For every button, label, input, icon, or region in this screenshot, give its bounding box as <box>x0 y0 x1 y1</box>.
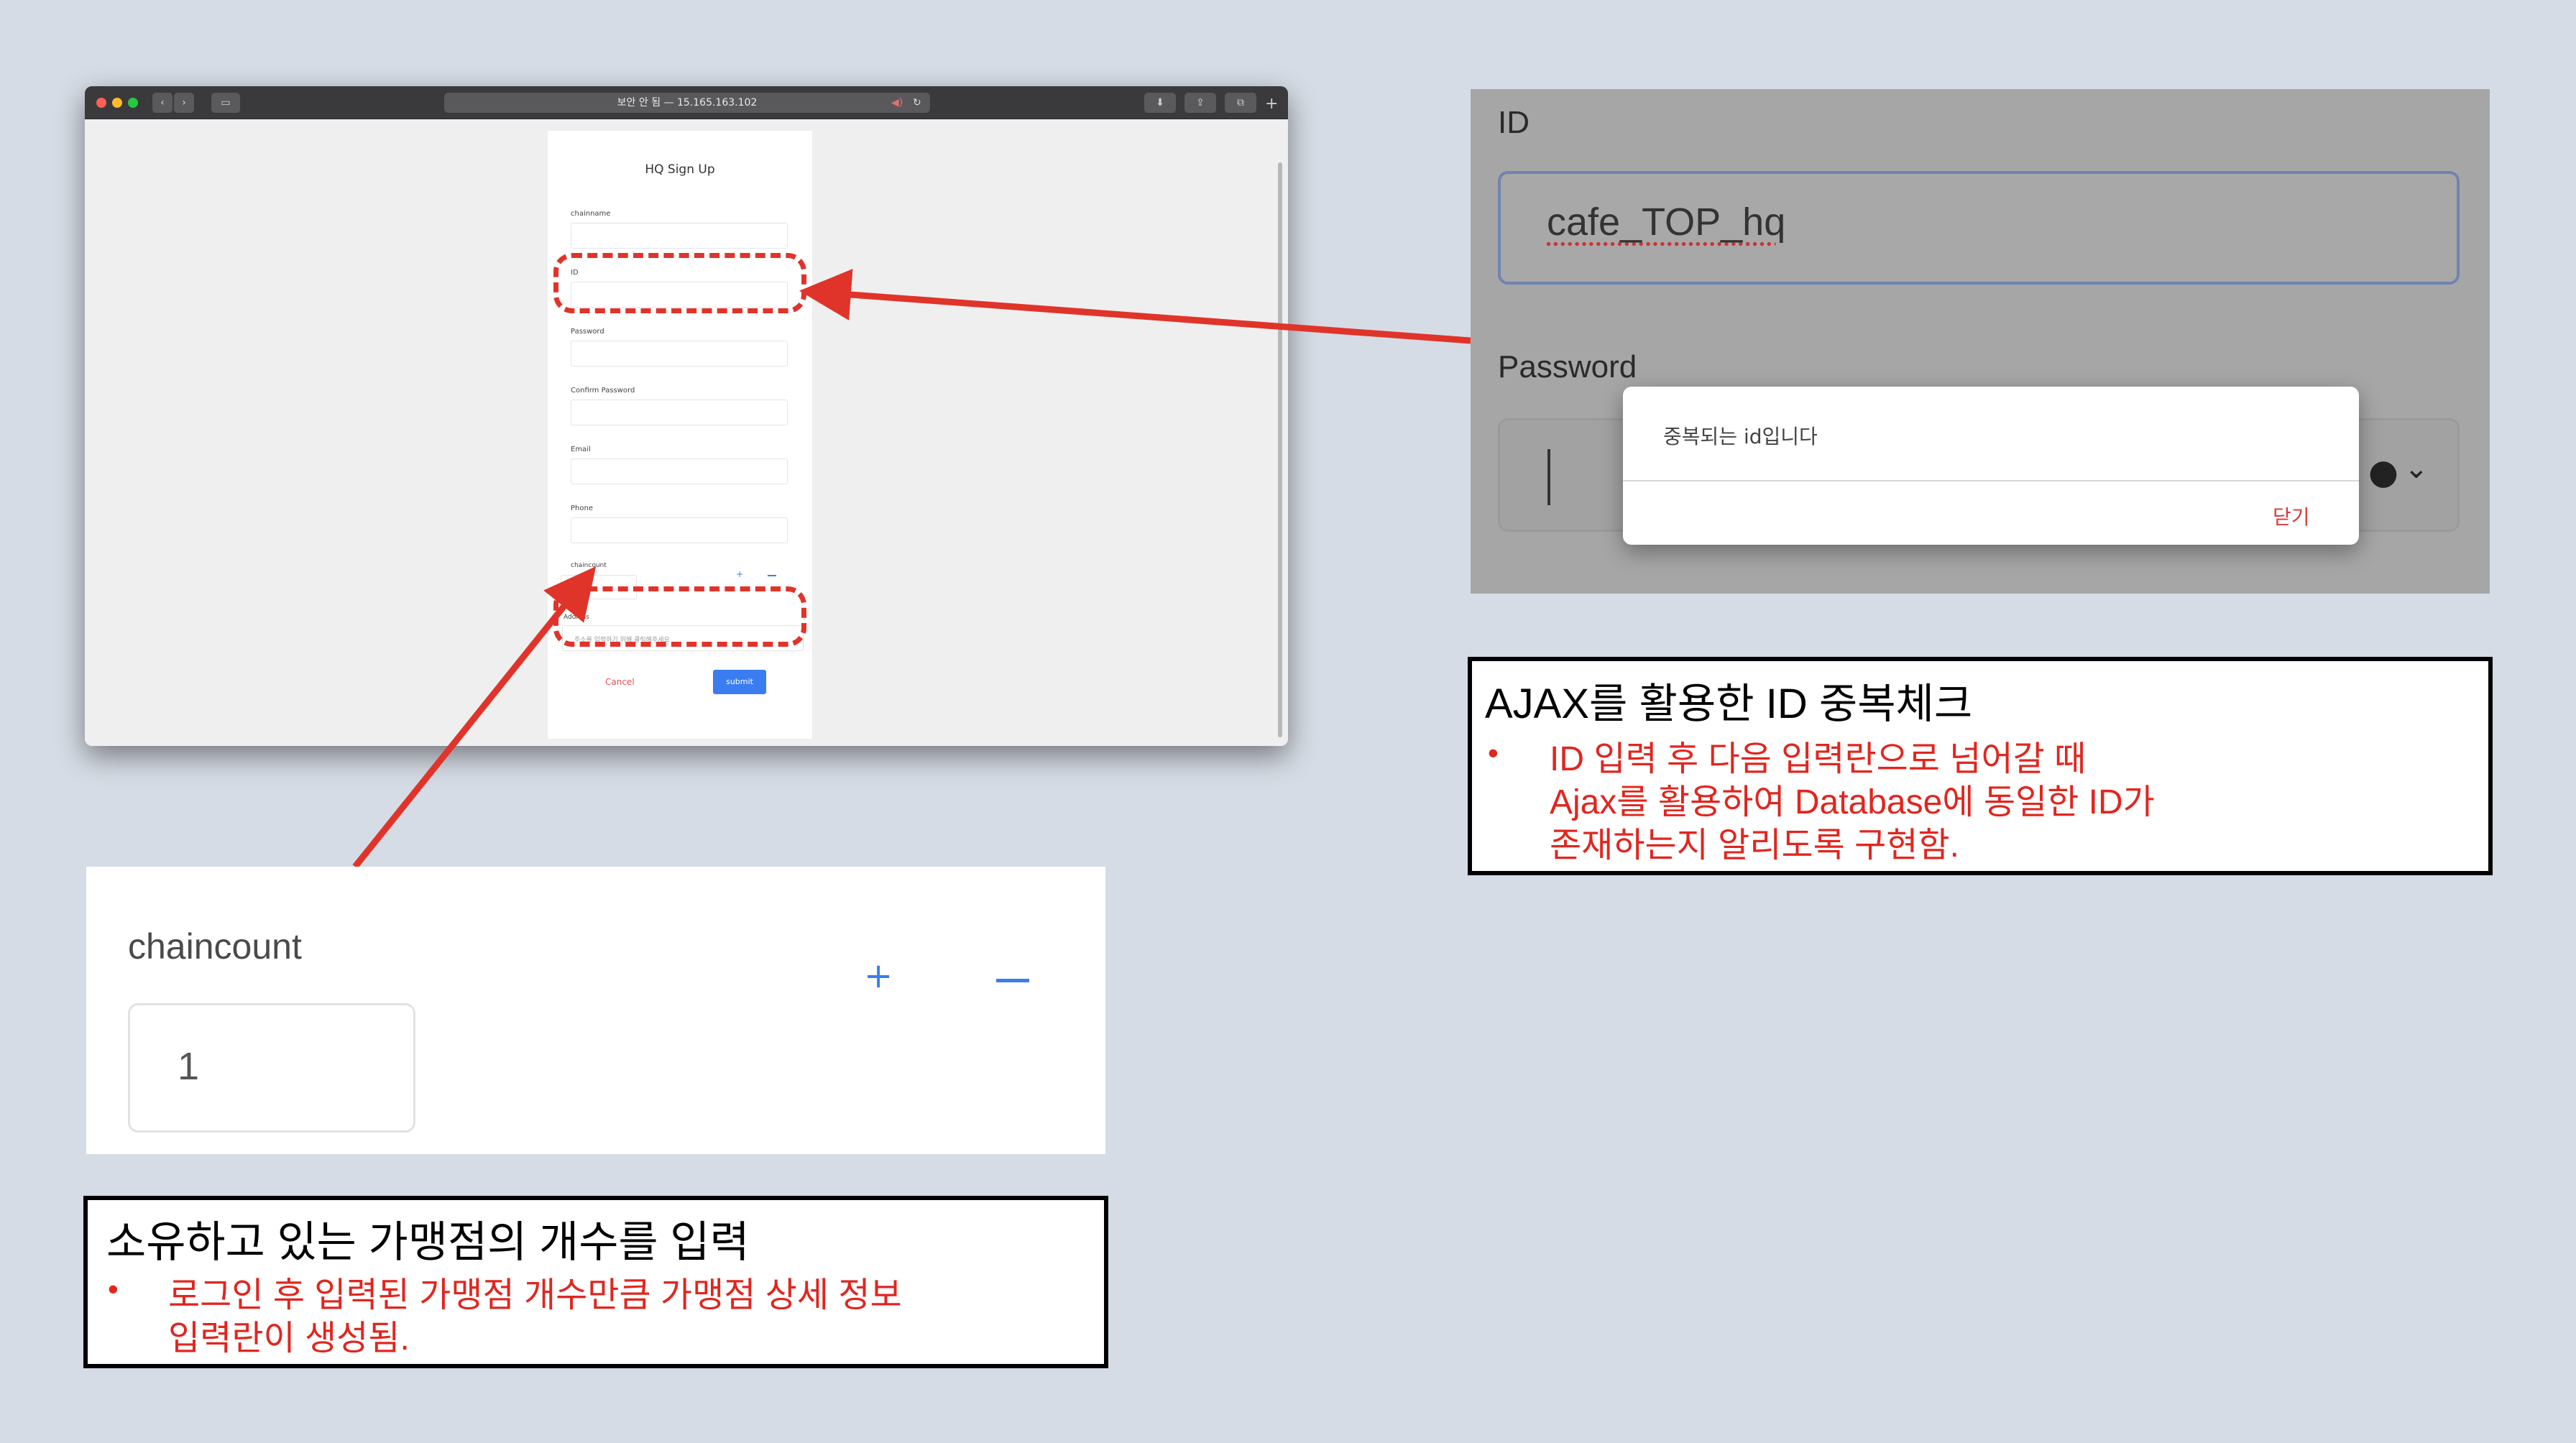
chaincount-caption-line-2: 입력란이 생성됨. <box>168 1319 410 1357</box>
id-field-label: ID <box>1498 105 1530 140</box>
chaincount-caption-box: 소유하고 있는 가맹점의 개수를 입력 • 로그인 후 입력된 가맹점 개수만큼… <box>83 1196 1108 1368</box>
chaincount-panel-input[interactable]: 1 <box>128 1003 415 1133</box>
alert-message: 중복되는 id입니다 <box>1663 425 1818 448</box>
duplicate-id-alert: 중복되는 id입니다 닫기 <box>1623 387 2359 545</box>
id-arrow <box>799 269 1471 344</box>
bullet-icon: • <box>108 1272 119 1306</box>
id-field-value: cafe_TOP_hq <box>1547 200 1786 244</box>
chaincount-arrow <box>352 566 597 869</box>
alert-close-button[interactable]: 닫기 <box>2273 502 2310 530</box>
chaincount-panel-label: chaincount <box>128 926 302 967</box>
minus-icon[interactable] <box>996 979 1029 982</box>
chaincount-caption-title: 소유하고 있는 가맹점의 개수를 입력 <box>106 1218 750 1266</box>
chaincount-panel-value: 1 <box>178 1045 200 1088</box>
bullet-icon: • <box>1488 736 1499 770</box>
id-caption-box: AJAX를 활용한 ID 중복체크 • ID 입력 후 다음 입력란으로 넘어갈… <box>1468 657 2493 875</box>
key-icon[interactable]: ● <box>2368 452 2398 492</box>
text-caret <box>1547 449 1550 505</box>
chaincount-panel: chaincount 1 + <box>86 867 1105 1154</box>
chevron-down-icon[interactable]: ⌄ <box>2404 452 2429 485</box>
id-field-input[interactable]: cafe_TOP_hq <box>1498 171 2460 285</box>
id-caption-title: AJAX를 활용한 ID 중복체크 <box>1485 681 1973 727</box>
id-caption-line-3: 존재하는지 알리도록 구현함. <box>1550 826 1959 865</box>
alert-divider <box>1623 480 2359 481</box>
password-field-label: Password <box>1498 349 1637 384</box>
plus-icon[interactable]: + <box>864 956 893 996</box>
